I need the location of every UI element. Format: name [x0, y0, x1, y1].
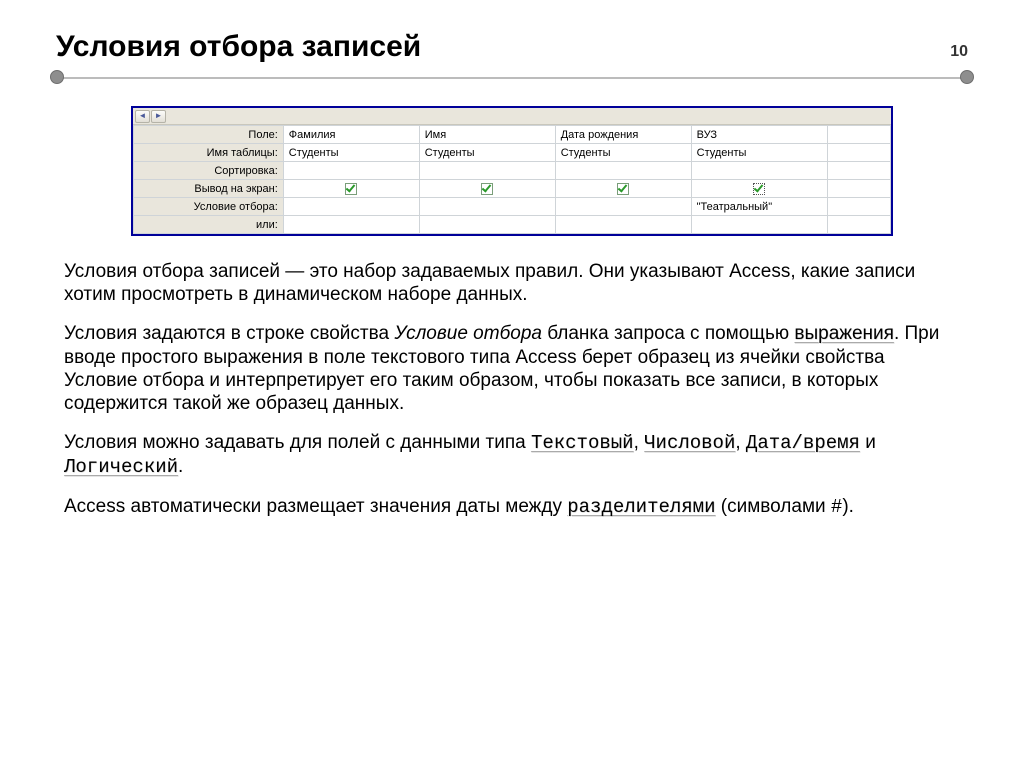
cell-table-1[interactable]: Студенты: [419, 144, 555, 162]
cell-show-2[interactable]: [555, 180, 691, 198]
cell-or-1[interactable]: [419, 216, 555, 234]
cell-field-3[interactable]: ВУЗ: [691, 126, 827, 144]
cell-sort-1[interactable]: [419, 162, 555, 180]
cell-show-0[interactable]: [283, 180, 419, 198]
horizontal-scrollbar[interactable]: ◄ ►: [133, 108, 891, 125]
checkbox-icon[interactable]: [481, 183, 493, 195]
cell-table-4[interactable]: [827, 144, 890, 162]
row-label-field: Поле:: [134, 126, 284, 144]
paragraph-3: Условия можно задавать для полей с данны…: [64, 431, 960, 479]
cell-field-2[interactable]: Дата рождения: [555, 126, 691, 144]
cell-field-0[interactable]: Фамилия: [283, 126, 419, 144]
grid-row-show: Вывод на экран:: [134, 180, 891, 198]
cell-table-2[interactable]: Студенты: [555, 144, 691, 162]
paragraph-2: Условия задаются в строке свойства Услов…: [64, 322, 960, 415]
cell-field-1[interactable]: Имя: [419, 126, 555, 144]
cell-or-3[interactable]: [691, 216, 827, 234]
row-label-table: Имя таблицы:: [134, 144, 284, 162]
checkbox-icon[interactable]: [345, 183, 357, 195]
cell-sort-3[interactable]: [691, 162, 827, 180]
scroll-left-icon[interactable]: ◄: [135, 110, 150, 123]
cell-criteria-1[interactable]: [419, 198, 555, 216]
page-number: 10: [950, 43, 968, 61]
cell-criteria-0[interactable]: [283, 198, 419, 216]
page-title: Условия отбора записей: [56, 30, 421, 64]
grid-row-field: Поле: Фамилия Имя Дата рождения ВУЗ: [134, 126, 891, 144]
cell-sort-0[interactable]: [283, 162, 419, 180]
query-design-grid: ◄ ► Поле: Фамилия Имя Дата рождения ВУЗ …: [131, 106, 893, 236]
grid-row-sort: Сортировка:: [134, 162, 891, 180]
grid-row-or: или:: [134, 216, 891, 234]
header-divider: [56, 70, 968, 86]
grid-row-criteria: Условие отбора: "Театральный": [134, 198, 891, 216]
cell-or-0[interactable]: [283, 216, 419, 234]
cell-criteria-2[interactable]: [555, 198, 691, 216]
scroll-right-icon[interactable]: ►: [151, 110, 166, 123]
cell-sort-2[interactable]: [555, 162, 691, 180]
grid-row-table: Имя таблицы: Студенты Студенты Студенты …: [134, 144, 891, 162]
paragraph-4: Access автоматически размещает значения …: [64, 495, 960, 519]
row-label-or: или:: [134, 216, 284, 234]
cell-show-4[interactable]: [827, 180, 890, 198]
cell-criteria-4[interactable]: [827, 198, 890, 216]
row-label-sort: Сортировка:: [134, 162, 284, 180]
row-label-criteria: Условие отбора:: [134, 198, 284, 216]
body-content: Условия отбора записей — это набор задав…: [64, 260, 960, 520]
cell-criteria-3[interactable]: "Театральный": [691, 198, 827, 216]
paragraph-1: Условия отбора записей — это набор задав…: [64, 260, 960, 306]
cell-table-0[interactable]: Студенты: [283, 144, 419, 162]
checkbox-icon[interactable]: [617, 183, 629, 195]
cell-table-3[interactable]: Студенты: [691, 144, 827, 162]
cell-field-4[interactable]: [827, 126, 890, 144]
cell-sort-4[interactable]: [827, 162, 890, 180]
cell-or-4[interactable]: [827, 216, 890, 234]
cell-or-2[interactable]: [555, 216, 691, 234]
cell-show-3[interactable]: [691, 180, 827, 198]
query-grid-table: Поле: Фамилия Имя Дата рождения ВУЗ Имя …: [133, 125, 891, 234]
row-label-show: Вывод на экран:: [134, 180, 284, 198]
checkbox-icon[interactable]: [753, 183, 765, 195]
cell-show-1[interactable]: [419, 180, 555, 198]
